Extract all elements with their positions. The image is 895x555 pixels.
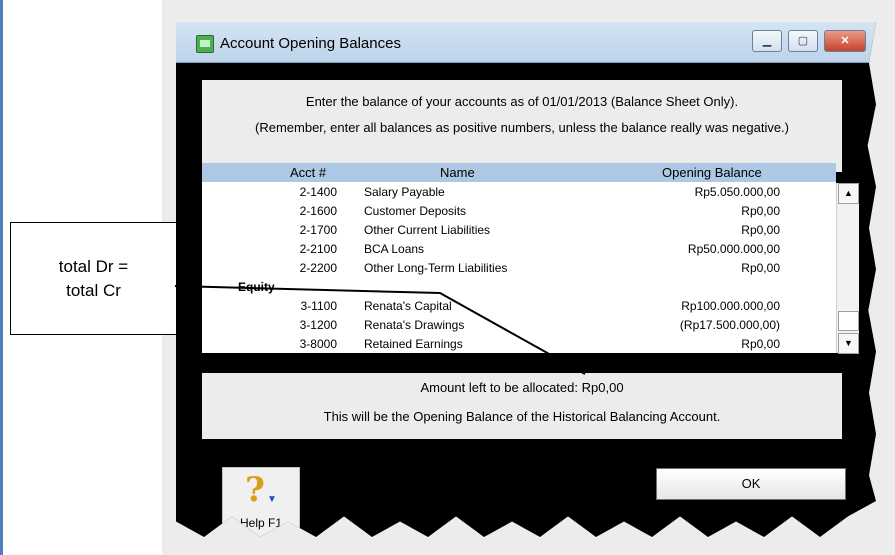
pointer-line — [174, 285, 586, 375]
annotation-pointer — [174, 285, 586, 375]
